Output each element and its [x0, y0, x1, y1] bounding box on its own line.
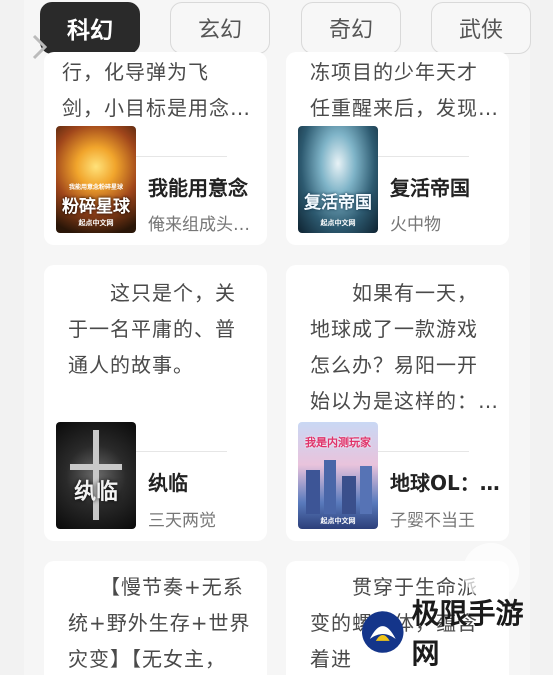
watermark-text: 极限手游网	[411, 597, 524, 670]
divider	[136, 156, 227, 157]
tab-label: 玄幻	[197, 18, 242, 43]
book-author: 三天两觉	[148, 511, 216, 531]
book-card[interactable]: 如果有一天， 地球成了一款游戏 怎么办？易阳一开 始以为是这样的：… 我是内测玩…	[286, 265, 509, 541]
book-card[interactable]: 行，化导弹为飞 剑，小目标是用念… 我能用意念粉碎星球 粉碎星球 起点中文网 我…	[44, 52, 267, 245]
divider	[378, 156, 469, 157]
book-title: 我能用意念	[148, 176, 248, 200]
watermark: 极限手游网	[360, 597, 550, 670]
tab-xuanhuan[interactable]: 玄幻	[170, 2, 270, 54]
book-title: 地球OL：…	[390, 471, 500, 495]
chevron-up-icon	[477, 563, 505, 580]
book-cover: 纨临	[56, 422, 136, 529]
divider	[136, 451, 227, 452]
book-description: 如果有一天， 地球成了一款游戏 怎么办？易阳一开 始以为是这样的：…	[310, 281, 499, 413]
book-description: 行，化导弹为飞 剑，小目标是用念…	[62, 60, 251, 120]
cover-subtitle: 我能用意念粉碎星球	[68, 184, 123, 191]
scroll-to-top-button[interactable]	[463, 543, 519, 599]
tab-label: 科幻	[67, 18, 113, 44]
publisher-label: 起点中文网	[320, 218, 356, 227]
publisher-label: 起点中文网	[78, 218, 114, 227]
cover-title: 粉碎星球	[62, 197, 130, 217]
tab-qihuan[interactable]: 奇幻	[301, 2, 401, 54]
tab-scifi[interactable]: 科幻	[40, 2, 140, 54]
book-description: 这只是个，关 于一名平庸的、普 通人的故事。	[68, 281, 236, 377]
book-author: 子婴不当王	[390, 511, 475, 531]
book-description: 冻项目的少年天才 任重醒来后，发现…	[310, 60, 499, 120]
book-card[interactable]: 这只是个，关 于一名平庸的、普 通人的故事。 纨临 纨临 三天两觉	[44, 265, 267, 541]
tab-wuxia[interactable]: 武侠	[431, 2, 531, 54]
book-card[interactable]: 【慢节奏+无系 统+野外生存+世界 灾变】【无女主，	[44, 561, 267, 675]
cover-title: 我是内测玩家	[305, 436, 371, 449]
tab-label: 奇幻	[328, 18, 373, 43]
cover-title: 复活帝国	[304, 193, 372, 213]
book-title: 纨临	[148, 471, 188, 495]
book-title: 复活帝国	[390, 176, 470, 200]
book-author: 火中物	[390, 215, 441, 235]
book-cover: 复活帝国 起点中文网	[298, 126, 378, 233]
book-cover: 我是内测玩家 起点中文网	[298, 422, 378, 529]
watermark-logo-icon	[361, 611, 404, 653]
book-author: 俺来组成头…	[148, 215, 250, 235]
cover-title: 纨临	[73, 479, 118, 505]
divider	[378, 451, 469, 452]
tab-label: 武侠	[458, 18, 503, 43]
publisher-label: 起点中文网	[320, 516, 356, 525]
book-description: 【慢节奏+无系 统+野外生存+世界 灾变】【无女主，	[68, 575, 251, 671]
book-cover: 我能用意念粉碎星球 粉碎星球 起点中文网	[56, 126, 136, 233]
category-tabs: 科幻 玄幻 奇幻 武侠	[0, 0, 553, 60]
book-card[interactable]: 冻项目的少年天才 任重醒来后，发现… 复活帝国 起点中文网 复活帝国 火中物	[286, 52, 509, 245]
